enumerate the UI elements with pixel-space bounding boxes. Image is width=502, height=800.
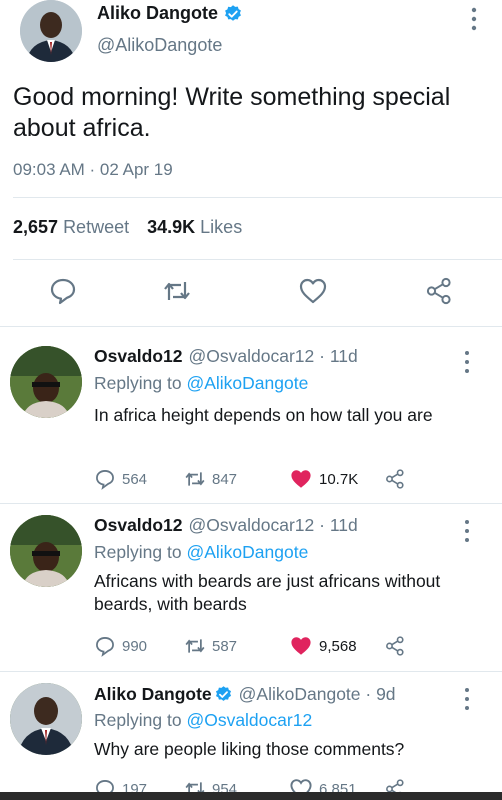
more-vertical-icon[interactable] — [462, 519, 472, 543]
heart-icon — [291, 470, 311, 488]
replying-to: Replying to @Osvaldocar12 — [94, 710, 312, 731]
likes-count: 34.9K — [147, 217, 196, 237]
reply-tweet: Osvaldo12 @Osvaldocar12 · 11d Replying t… — [0, 509, 502, 669]
like-count: 10.7K — [319, 470, 359, 488]
tweet-stats: 2,657 Retweet 34.9K Likes — [13, 217, 242, 238]
retweet-icon — [185, 472, 205, 486]
divider — [0, 671, 502, 672]
author-handle-time[interactable]: @Osvaldocar12 · 11d — [189, 346, 358, 367]
replying-to-prefix: Replying to — [94, 542, 182, 562]
replying-to-link[interactable]: @Osvaldocar12 — [186, 710, 312, 730]
reply-count: 990 — [122, 637, 148, 655]
retweets-label: Retweet — [63, 217, 130, 237]
reply-icon[interactable] — [48, 276, 78, 306]
avatar[interactable] — [10, 683, 82, 755]
author-name-text[interactable]: Aliko Dangote — [97, 3, 218, 24]
replying-to: Replying to @AlikoDangote — [94, 373, 308, 394]
tweet-timestamp[interactable]: 09:03 AM · 02 Apr 19 — [13, 160, 173, 180]
share-icon — [386, 636, 404, 656]
reply-header: Osvaldo12 @Osvaldocar12 · 11d — [94, 346, 358, 367]
bottom-edge — [0, 792, 502, 800]
replying-to-link[interactable]: @AlikoDangote — [186, 373, 308, 393]
share-icon — [386, 469, 404, 489]
retweet-count: 587 — [212, 637, 238, 655]
likes-stat[interactable]: 34.9K Likes — [147, 217, 242, 238]
divider — [13, 197, 502, 198]
reply-count: 564 — [122, 470, 148, 488]
like-action[interactable]: 10.7K — [289, 467, 384, 491]
author-handle[interactable]: @AlikoDangote — [97, 35, 222, 56]
verified-badge-icon — [215, 686, 231, 701]
share-action[interactable] — [384, 468, 406, 490]
divider — [0, 503, 502, 504]
reply-icon — [96, 470, 114, 490]
divider — [13, 259, 502, 260]
avatar[interactable] — [10, 515, 82, 587]
avatar[interactable] — [20, 0, 82, 62]
author-handle-time[interactable]: @Osvaldocar12 · 11d — [189, 515, 358, 536]
replying-to-prefix: Replying to — [94, 373, 182, 393]
verified-badge-icon — [225, 4, 241, 21]
reply-header: Aliko Dangote @AlikoDangote · 9d — [94, 684, 396, 705]
heart-icon[interactable] — [298, 276, 328, 306]
more-vertical-icon[interactable] — [468, 6, 480, 32]
reply-action[interactable]: 564 — [94, 468, 184, 490]
reply-actions: 564 847 10.7K — [94, 466, 406, 492]
tweet-actions — [0, 276, 502, 310]
author-name[interactable]: Aliko Dangote — [94, 684, 212, 705]
more-vertical-icon[interactable] — [462, 687, 472, 711]
retweet-action[interactable]: 587 — [184, 635, 289, 657]
replying-to: Replying to @AlikoDangote — [94, 542, 308, 563]
reply-actions: 990 587 9,568 — [94, 633, 406, 659]
author-name[interactable]: Osvaldo12 — [94, 515, 183, 536]
retweets-count: 2,657 — [13, 217, 59, 237]
more-vertical-icon[interactable] — [462, 350, 472, 374]
reply-tweet: Osvaldo12 @Osvaldocar12 · 11d Replying t… — [0, 340, 502, 500]
replying-to-link[interactable]: @AlikoDangote — [186, 542, 308, 562]
retweet-icon[interactable] — [162, 276, 192, 306]
reply-tweet: Aliko Dangote @AlikoDangote · 9d Replyin… — [0, 677, 502, 800]
divider — [0, 326, 502, 327]
tweet-text: Good morning! Write something special ab… — [13, 83, 451, 142]
reply-action[interactable]: 990 — [94, 635, 184, 657]
likes-label: Likes — [200, 217, 243, 237]
author-name[interactable]: Osvaldo12 — [94, 346, 183, 367]
retweets-stat[interactable]: 2,657 Retweet — [13, 217, 129, 238]
reply-text: In africa height depends on how tall you… — [94, 405, 433, 425]
reply-header: Osvaldo12 @Osvaldocar12 · 11d — [94, 515, 358, 536]
share-action[interactable] — [384, 635, 406, 657]
author-name[interactable]: Aliko Dangote — [97, 3, 243, 24]
author-handle-time[interactable]: @AlikoDangote · 9d — [239, 684, 396, 705]
share-icon[interactable] — [424, 276, 454, 306]
reply-icon — [96, 637, 114, 657]
avatar[interactable] — [10, 346, 82, 418]
reply-text: Africans with beards are just africans w… — [94, 571, 441, 614]
retweet-action[interactable]: 847 — [184, 468, 289, 490]
like-action[interactable]: 9,568 — [289, 634, 384, 658]
main-tweet: Aliko Dangote @AlikoDangote Good morning… — [0, 0, 502, 325]
reply-text: Why are people liking those comments? — [94, 739, 405, 759]
like-count: 9,568 — [319, 637, 357, 655]
heart-icon — [291, 637, 311, 655]
retweet-count: 847 — [212, 470, 238, 488]
retweet-icon — [185, 639, 205, 653]
replying-to-prefix: Replying to — [94, 710, 182, 730]
